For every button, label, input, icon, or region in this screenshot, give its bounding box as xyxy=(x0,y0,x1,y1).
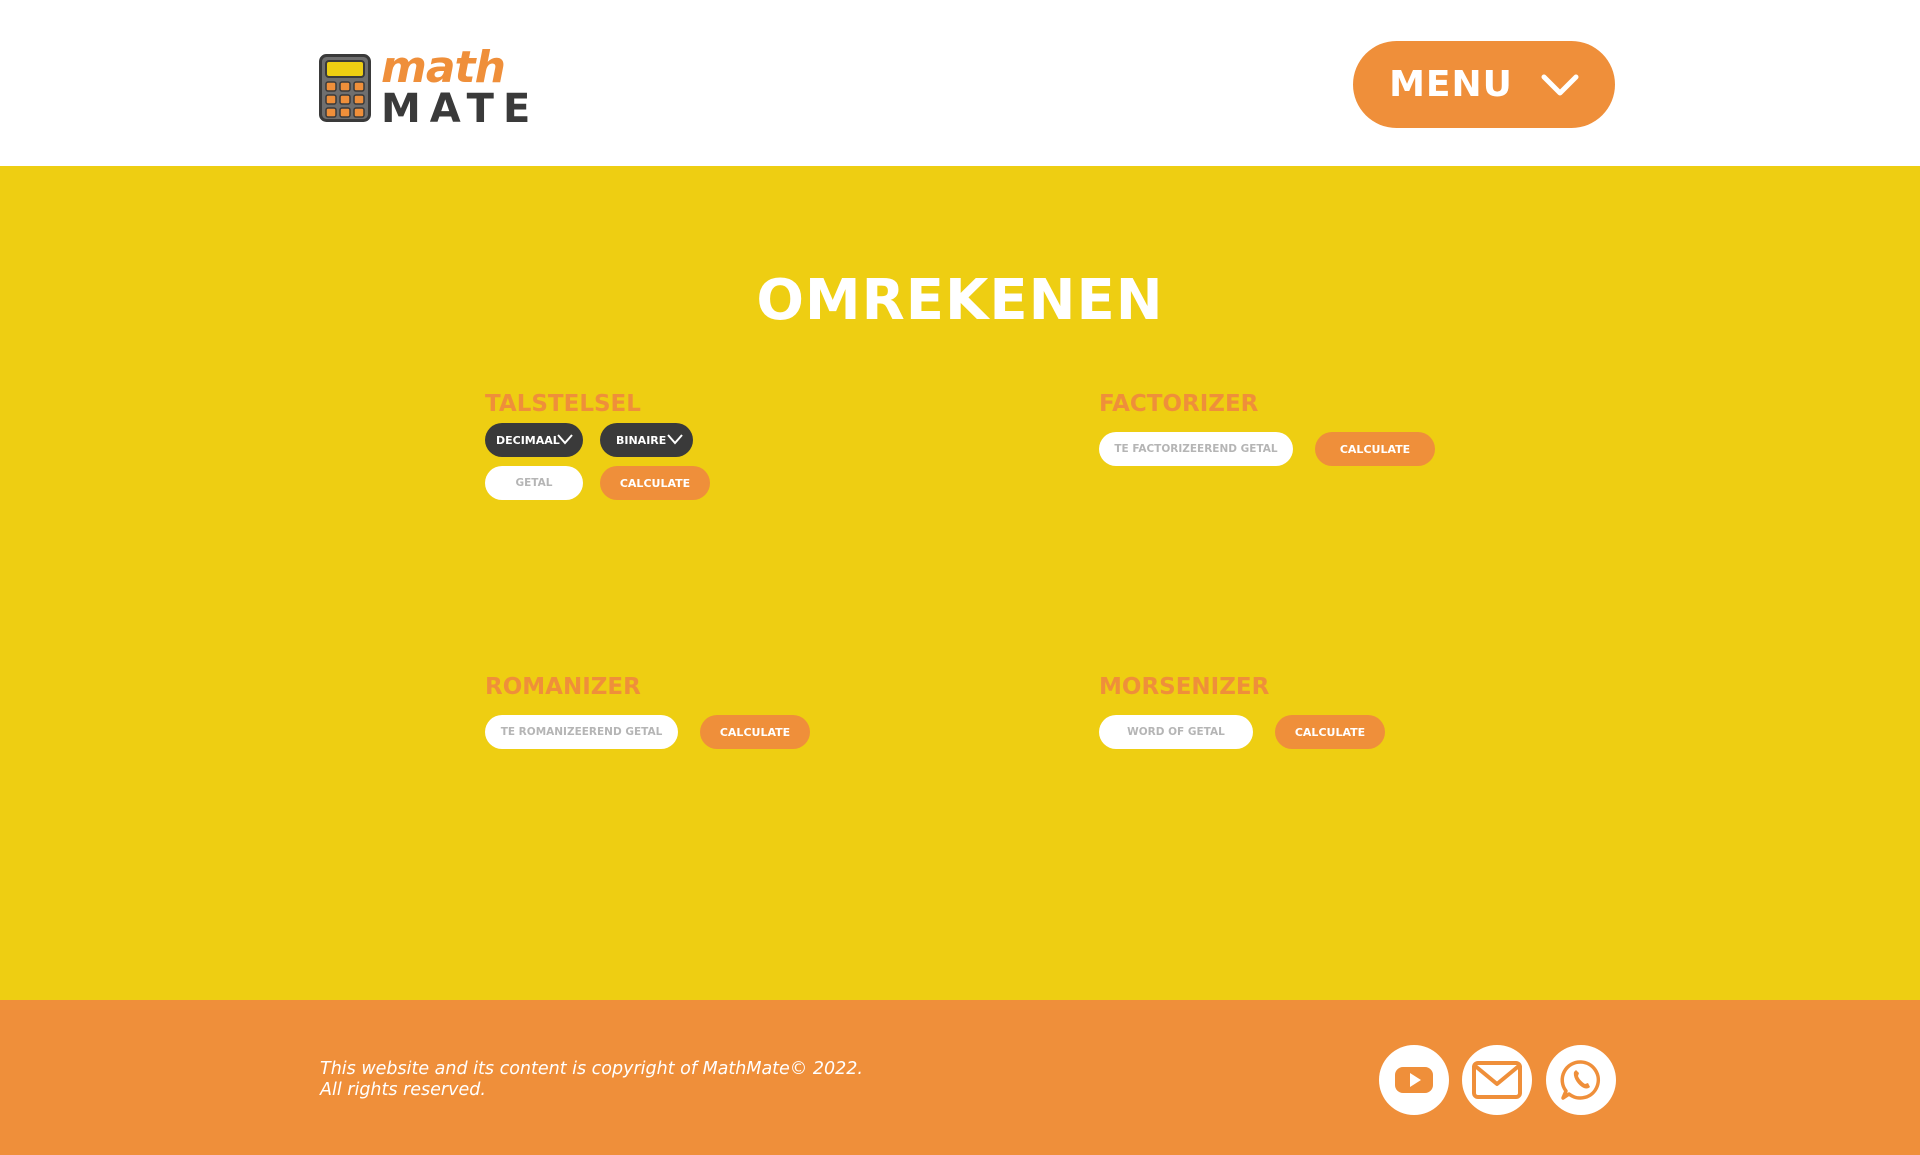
to-base-value: BINAIRE xyxy=(616,433,667,447)
chevron-down-icon xyxy=(1541,74,1579,95)
chevron-down-icon xyxy=(667,434,683,445)
talstelsel-title: TALSTELSEL xyxy=(485,391,641,417)
talstelsel-number-input[interactable] xyxy=(485,466,583,500)
talstelsel-calculate-button[interactable]: CALCULATE xyxy=(600,466,710,500)
page-title: OMREKENEN xyxy=(756,268,1164,333)
factorizer-section: FACTORIZER CALCULATE xyxy=(1099,391,1499,501)
to-base-select[interactable]: BINAIRE xyxy=(600,423,693,457)
romanizer-section: ROMANIZER CALCULATE xyxy=(485,674,885,764)
morsenizer-section: MORSENIZER CALCULATE xyxy=(1099,674,1499,764)
menu-button[interactable]: MENU xyxy=(1353,41,1615,128)
copyright-line-2: All rights reserved. xyxy=(320,1080,486,1100)
talstelsel-section: TALSTELSEL DECIMAAL BINAIRE CALCULATE xyxy=(485,391,885,501)
from-base-value: DECIMAAL xyxy=(496,433,560,447)
calculator-icon xyxy=(319,54,371,122)
site-footer: This website and its content is copyrigh… xyxy=(0,1000,1920,1155)
whatsapp-icon xyxy=(1560,1060,1601,1100)
chevron-down-icon xyxy=(557,434,573,445)
site-header: math MATE MENU xyxy=(0,0,1920,166)
romanizer-number-input[interactable] xyxy=(485,715,678,749)
factorizer-calculate-button[interactable]: CALCULATE xyxy=(1315,432,1435,466)
menu-label: MENU xyxy=(1389,64,1513,105)
morsenizer-text-input[interactable] xyxy=(1099,715,1253,749)
whatsapp-link[interactable] xyxy=(1546,1045,1616,1115)
morsenizer-calculate-button[interactable]: CALCULATE xyxy=(1275,715,1385,749)
youtube-link[interactable] xyxy=(1379,1045,1449,1115)
morsenizer-title: MORSENIZER xyxy=(1099,674,1270,700)
email-link[interactable] xyxy=(1462,1045,1532,1115)
copyright-text: This website and its content is copyrigh… xyxy=(320,1059,863,1101)
youtube-icon xyxy=(1395,1067,1433,1093)
mathmate-logo[interactable]: math MATE xyxy=(319,42,530,132)
romanizer-calculate-button[interactable]: CALCULATE xyxy=(700,715,810,749)
logo-word-mate: MATE xyxy=(381,86,540,132)
main-content: OMREKENEN TALSTELSEL DECIMAAL BINAIRE CA… xyxy=(0,166,1920,1000)
from-base-select[interactable]: DECIMAAL xyxy=(485,423,583,457)
romanizer-title: ROMANIZER xyxy=(485,674,641,700)
mail-icon xyxy=(1472,1061,1522,1099)
factorizer-number-input[interactable] xyxy=(1099,432,1293,466)
factorizer-title: FACTORIZER xyxy=(1099,391,1259,417)
copyright-line-1: This website and its content is copyrigh… xyxy=(320,1059,863,1079)
